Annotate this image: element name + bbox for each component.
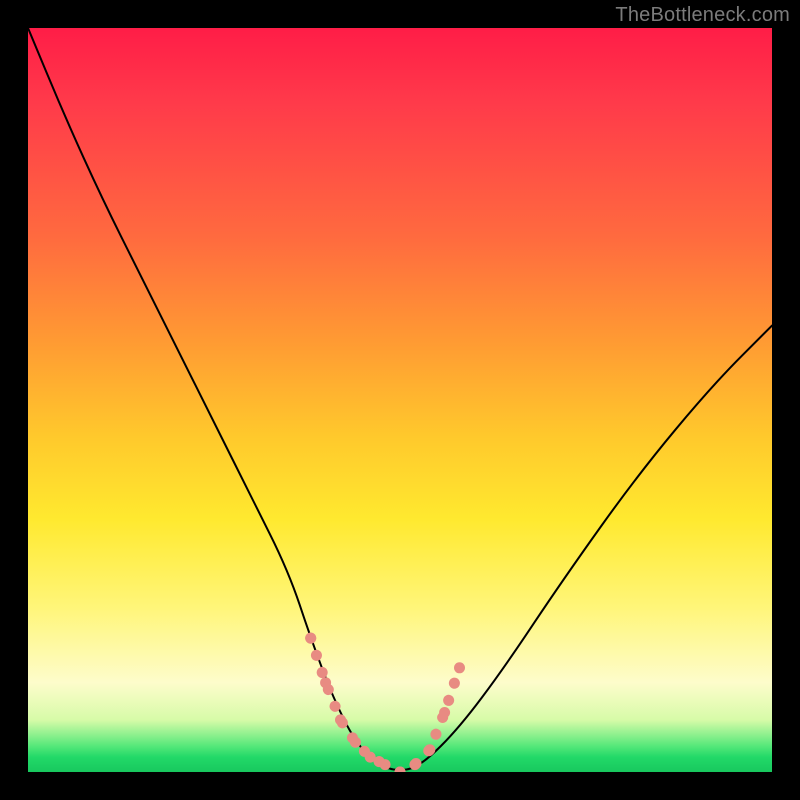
bottleneck-curve bbox=[28, 28, 772, 770]
watermark-text: TheBottleneck.com bbox=[615, 4, 790, 27]
chart-svg bbox=[28, 28, 772, 772]
plot-area bbox=[28, 28, 772, 772]
highlight-zone-left bbox=[311, 638, 385, 765]
chart-frame: TheBottleneck.com bbox=[0, 0, 800, 800]
curve-group bbox=[28, 28, 772, 772]
highlight-zone-right-dot bbox=[454, 662, 465, 673]
